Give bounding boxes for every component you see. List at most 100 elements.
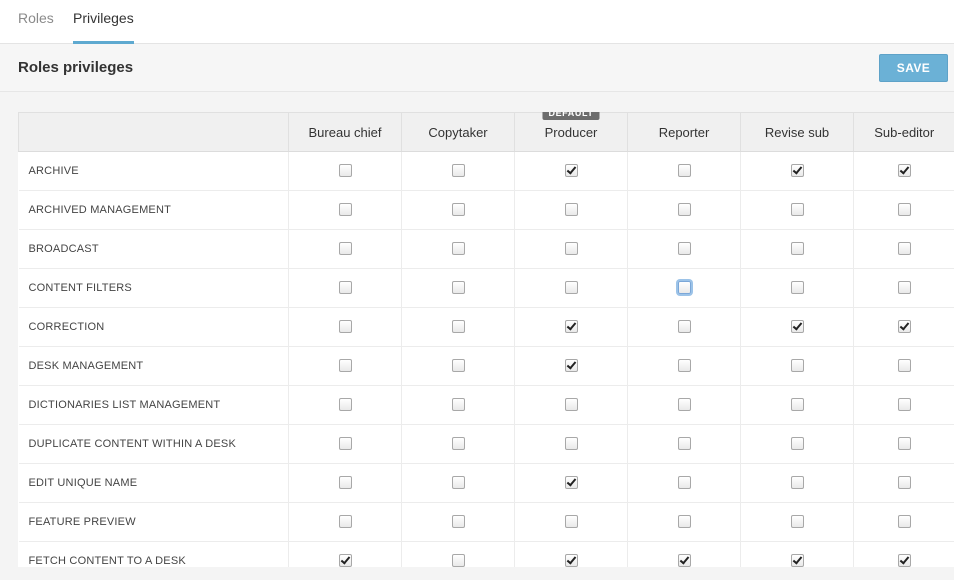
privilege-checkbox[interactable]: [338, 554, 352, 567]
privilege-checkbox[interactable]: [677, 203, 691, 217]
privilege-checkbox[interactable]: [897, 515, 911, 529]
role-name: Reporter: [658, 124, 710, 140]
privilege-checkbox[interactable]: [564, 281, 578, 295]
privilege-checkbox[interactable]: [790, 281, 804, 295]
tab-privileges[interactable]: Privileges: [73, 0, 134, 44]
privilege-checkbox[interactable]: [677, 320, 691, 334]
privilege-checkbox[interactable]: [338, 437, 352, 451]
table-row: ARCHIVE: [18, 151, 954, 191]
privileges-table-container[interactable]: Bureau chief Copytaker DEFAULT Producer Repo…: [18, 112, 954, 567]
privilege-checkbox[interactable]: [677, 164, 691, 178]
privilege-checkbox[interactable]: [338, 398, 352, 412]
table-row: DESK MANAGEMENT: [18, 346, 954, 386]
privilege-checkbox[interactable]: [564, 359, 578, 373]
privilege-checkbox[interactable]: [897, 437, 911, 451]
privilege-checkbox[interactable]: [677, 554, 691, 567]
privilege-checkbox[interactable]: [338, 242, 352, 256]
save-button[interactable]: SAVE: [879, 54, 948, 82]
privilege-checkbox[interactable]: [677, 281, 691, 295]
privilege-checkbox[interactable]: [564, 398, 578, 412]
role-column-header: DEFAULT Producer: [514, 112, 628, 152]
privilege-checkbox[interactable]: [897, 203, 911, 217]
privilege-checkbox[interactable]: [451, 515, 465, 529]
privilege-checkbox[interactable]: [451, 437, 465, 451]
privilege-checkbox[interactable]: [790, 359, 804, 373]
table-header-row: Bureau chief Copytaker DEFAULT Producer Repo…: [18, 112, 954, 152]
table-row: FEATURE PREVIEW: [18, 502, 954, 542]
privilege-cell: [740, 463, 854, 503]
privilege-checkbox[interactable]: [338, 320, 352, 334]
privilege-checkbox[interactable]: [790, 164, 804, 178]
privilege-checkbox[interactable]: [897, 281, 911, 295]
tab-bar: Roles Privileges: [0, 0, 954, 44]
privilege-cell: [627, 346, 741, 386]
privilege-checkbox[interactable]: [677, 437, 691, 451]
privilege-checkbox[interactable]: [451, 203, 465, 217]
privilege-checkbox[interactable]: [338, 359, 352, 373]
privilege-checkbox[interactable]: [451, 554, 465, 567]
privilege-checkbox[interactable]: [897, 359, 911, 373]
privilege-checkbox[interactable]: [790, 320, 804, 334]
privilege-checkbox[interactable]: [564, 242, 578, 256]
privilege-cell: [853, 541, 954, 567]
privilege-cell: [627, 541, 741, 567]
privilege-checkbox[interactable]: [677, 242, 691, 256]
role-column-header: Copytaker: [401, 112, 515, 152]
privilege-checkbox[interactable]: [564, 476, 578, 490]
privilege-cell: [401, 541, 515, 567]
table-row: DUPLICATE CONTENT WITHIN A DESK: [18, 424, 954, 464]
tab-roles[interactable]: Roles: [18, 0, 54, 43]
privilege-checkbox[interactable]: [897, 398, 911, 412]
privilege-checkbox[interactable]: [451, 242, 465, 256]
table-row: EDIT UNIQUE NAME: [18, 463, 954, 503]
privilege-checkbox[interactable]: [338, 476, 352, 490]
privilege-checkbox[interactable]: [897, 320, 911, 334]
privilege-checkbox[interactable]: [564, 320, 578, 334]
privilege-checkbox[interactable]: [677, 359, 691, 373]
privilege-cell: [288, 385, 402, 425]
privilege-checkbox[interactable]: [451, 281, 465, 295]
privilege-checkbox[interactable]: [897, 164, 911, 178]
privilege-cell: [288, 229, 402, 269]
table-row: CORRECTION: [18, 307, 954, 347]
privilege-checkbox[interactable]: [564, 203, 578, 217]
privilege-checkbox[interactable]: [451, 359, 465, 373]
privilege-checkbox[interactable]: [677, 515, 691, 529]
privilege-checkbox[interactable]: [790, 554, 804, 567]
table-row: DICTIONARIES LIST MANAGEMENT: [18, 385, 954, 425]
privilege-checkbox[interactable]: [897, 476, 911, 490]
privilege-checkbox[interactable]: [564, 515, 578, 529]
privilege-checkbox[interactable]: [897, 242, 911, 256]
privilege-cell: [514, 463, 628, 503]
privilege-checkbox[interactable]: [451, 476, 465, 490]
role-name: Producer: [544, 124, 598, 140]
privilege-checkbox[interactable]: [338, 164, 352, 178]
privilege-cell: [401, 190, 515, 230]
privilege-checkbox[interactable]: [338, 203, 352, 217]
privilege-checkbox[interactable]: [451, 320, 465, 334]
privilege-name: DUPLICATE CONTENT WITHIN A DESK: [18, 424, 289, 464]
privilege-checkbox[interactable]: [790, 476, 804, 490]
privilege-checkbox[interactable]: [790, 398, 804, 412]
privilege-checkbox[interactable]: [564, 554, 578, 567]
privilege-checkbox[interactable]: [338, 281, 352, 295]
privilege-checkbox[interactable]: [564, 164, 578, 178]
privilege-checkbox[interactable]: [790, 437, 804, 451]
privilege-name: CORRECTION: [18, 307, 289, 347]
privilege-checkbox[interactable]: [451, 398, 465, 412]
privilege-checkbox[interactable]: [677, 398, 691, 412]
privilege-name: EDIT UNIQUE NAME: [18, 463, 289, 503]
privilege-cell: [401, 463, 515, 503]
privilege-cell: [740, 229, 854, 269]
privilege-cell: [627, 307, 741, 347]
privilege-checkbox[interactable]: [677, 476, 691, 490]
privilege-checkbox[interactable]: [897, 554, 911, 567]
privilege-checkbox[interactable]: [338, 515, 352, 529]
role-column-header: Reporter: [627, 112, 741, 152]
privilege-checkbox[interactable]: [451, 164, 465, 178]
privilege-cell: [514, 424, 628, 464]
privilege-checkbox[interactable]: [790, 203, 804, 217]
privilege-checkbox[interactable]: [790, 242, 804, 256]
privilege-checkbox[interactable]: [790, 515, 804, 529]
privilege-checkbox[interactable]: [564, 437, 578, 451]
